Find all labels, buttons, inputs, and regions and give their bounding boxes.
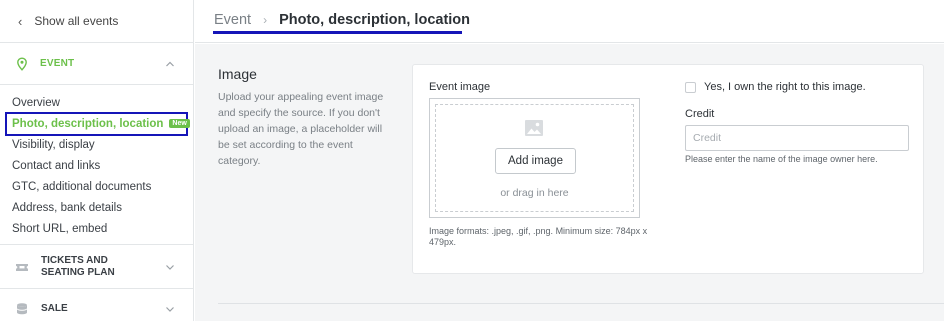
nav-item-visibility-display[interactable]: Visibility, display (0, 134, 194, 155)
dropzone-dashed-area: Add image or drag in here (435, 104, 634, 212)
show-all-events-label: Show all events (34, 14, 119, 28)
location-pin-icon (17, 56, 27, 71)
own-right-checkbox-row[interactable]: Yes, I own the right to this image. (685, 81, 866, 93)
tickets-section-label: TICKETS AND SEATING PLAN (41, 254, 115, 278)
image-dropzone[interactable]: Add image or drag in here (429, 98, 640, 218)
event-nav-list: Overview Photo, description, location Ne… (0, 92, 194, 239)
page-header: Event › Photo, description, location (195, 0, 944, 43)
page-title: Photo, description, location (279, 12, 471, 28)
sale-section-label: SALE (41, 303, 68, 314)
image-section-title: Image (218, 66, 257, 82)
nav-item-short-url-embed[interactable]: Short URL, embed (0, 218, 194, 239)
add-image-button[interactable]: Add image (495, 148, 576, 174)
credit-label: Credit (685, 108, 715, 120)
section-divider (218, 303, 944, 304)
credit-input[interactable] (685, 125, 909, 151)
tickets-section-header[interactable]: TICKETS AND SEATING PLAN (0, 244, 194, 289)
image-placeholder-icon (525, 120, 543, 136)
image-section-description: Upload your appealing event image and sp… (218, 91, 384, 167)
nav-item-label: Visibility, display (12, 138, 95, 151)
nav-item-overview[interactable]: Overview (0, 92, 194, 113)
ticket-icon (16, 263, 28, 271)
breadcrumb-highlight (213, 31, 462, 34)
sidebar: ‹ Show all events EVENT Overview Photo, … (0, 0, 194, 321)
chevron-down-icon (166, 307, 174, 312)
nav-item-label: Address, bank details (12, 201, 122, 214)
chevron-up-icon (166, 61, 174, 67)
nav-item-label: GTC, additional documents (12, 180, 152, 193)
new-badge: New (169, 119, 190, 128)
own-right-checkbox[interactable] (685, 81, 696, 93)
chevron-left-icon: ‹ (18, 13, 23, 29)
event-section-header[interactable]: EVENT (0, 43, 194, 85)
database-icon (17, 303, 27, 315)
nav-item-label: Short URL, embed (12, 222, 108, 235)
drag-hint: or drag in here (500, 187, 569, 199)
breadcrumb-event-link[interactable]: Event (214, 12, 251, 28)
image-card: Event image Add image or drag in here Im… (412, 64, 924, 274)
event-section-label: EVENT (40, 58, 75, 69)
nav-item-label: Overview (12, 96, 60, 109)
image-formats-hint: Image formats: .jpeg, .gif, .png. Minimu… (429, 226, 648, 247)
credit-hint: Please enter the name of the image owner… (685, 154, 878, 164)
nav-item-label: Photo, description, location (12, 117, 164, 130)
own-right-label: Yes, I own the right to this image. (704, 81, 866, 93)
sale-section-header[interactable]: SALE (0, 289, 194, 321)
breadcrumb: Event › Photo, description, location (214, 12, 470, 28)
nav-item-gtc-documents[interactable]: GTC, additional documents (0, 176, 194, 197)
nav-item-address-bank[interactable]: Address, bank details (0, 197, 194, 218)
chevron-down-icon (166, 265, 174, 270)
event-image-label: Event image (429, 81, 491, 93)
main-content: Image Upload your appealing event image … (195, 44, 944, 321)
chevron-right-icon: › (263, 13, 268, 27)
nav-item-contact-links[interactable]: Contact and links (0, 155, 194, 176)
show-all-events-link[interactable]: ‹ Show all events (0, 0, 194, 43)
nav-item-photo-description-location[interactable]: Photo, description, location New (0, 113, 194, 134)
nav-item-label: Contact and links (12, 159, 101, 172)
